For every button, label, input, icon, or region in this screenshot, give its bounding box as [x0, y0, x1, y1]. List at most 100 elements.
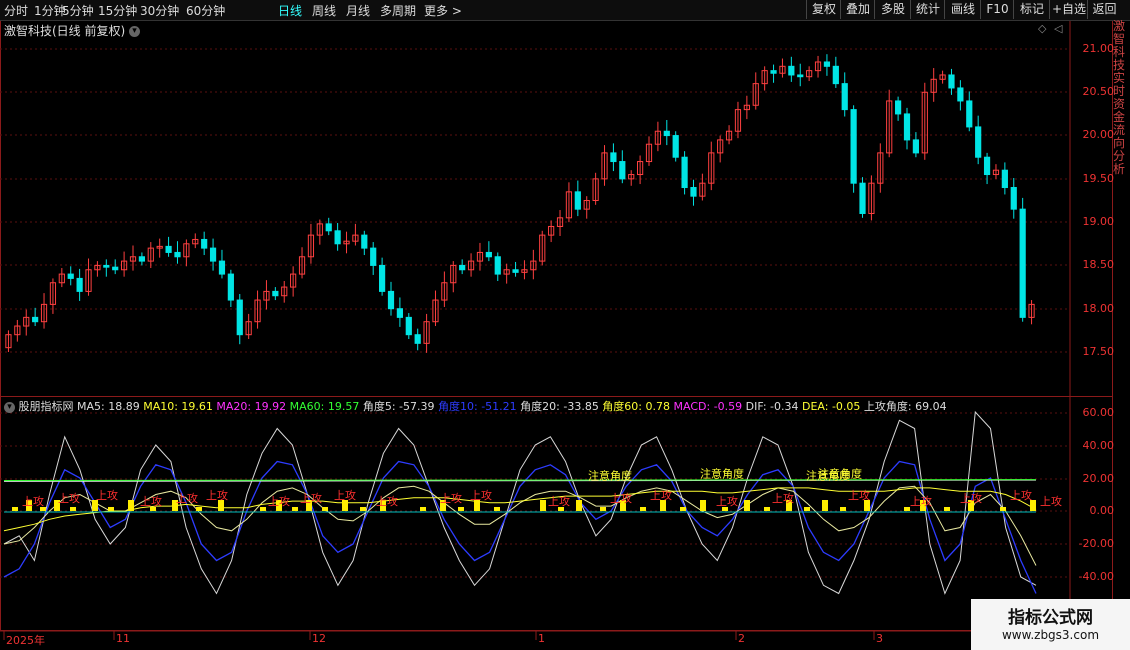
- chevron-down-icon[interactable]: ▾: [4, 401, 15, 413]
- tab-period-0[interactable]: 分时: [4, 2, 28, 19]
- candle-body: [663, 130, 670, 137]
- candle-body: [396, 308, 403, 318]
- indicator-value-5: 角度10: -51.21: [434, 400, 517, 413]
- indicator-value-1: MA10: 19.61: [139, 400, 213, 413]
- tab-period-3[interactable]: 15分钟: [98, 2, 137, 19]
- tab-period-7[interactable]: 周线: [312, 2, 336, 19]
- candle-body: [387, 290, 395, 310]
- candle-body: [272, 290, 279, 297]
- indicator-tick: -40.00: [1078, 570, 1114, 583]
- candle-body: [209, 247, 217, 262]
- chart-canvas: 上攻 上攻 上攻 上攻 上攻 上攻 上攻 上攻 上攻 上攻 上攻 上攻 上攻 上攻 上攻 上攻 上攻 上攻 上攻 上攻…: [0, 20, 1113, 640]
- candle-body: [485, 251, 492, 258]
- attack-bar: [322, 507, 328, 511]
- toolbar-button-5[interactable]: F10: [980, 0, 1014, 19]
- attack-label: 上攻: [440, 491, 462, 505]
- tab-period-4[interactable]: 30分钟: [140, 2, 179, 19]
- indicator-values: MA5: 18.89 MA10: 19.61 MA20: 19.92 MA60:…: [77, 400, 947, 413]
- toolbar-button-8[interactable]: 返回: [1087, 0, 1121, 19]
- candle-body: [138, 256, 145, 262]
- indicator-tick: 40.00: [1082, 439, 1115, 452]
- toolbar-button-0[interactable]: 复权: [806, 0, 841, 19]
- price-tick: 21.00: [1082, 42, 1115, 55]
- indicator-value-7: 角度60: 0.78: [598, 400, 671, 413]
- diamond-icon[interactable]: ◇: [1038, 22, 1046, 35]
- attack-bar: [494, 507, 500, 511]
- indicator-value-4: 角度5: -57.39: [359, 400, 435, 413]
- watermark: 指标公式网 www.zbgs3.com: [971, 599, 1130, 650]
- attack-label: 上攻: [1010, 488, 1032, 502]
- candle-body: [334, 230, 341, 245]
- toolbar-button-3[interactable]: 统计: [910, 0, 945, 19]
- attack-bar: [12, 507, 18, 511]
- candle-body: [1019, 208, 1026, 318]
- candle-body: [850, 109, 857, 184]
- candle-body: [823, 61, 831, 67]
- candle-body: [966, 100, 973, 128]
- candle-body: [1010, 187, 1017, 210]
- attack-label: 上攻: [610, 491, 632, 505]
- candle-body: [405, 316, 412, 336]
- candle-body: [983, 156, 991, 176]
- candle-body: [379, 264, 386, 292]
- toolbar-button-7[interactable]: +自选: [1049, 0, 1088, 19]
- tab-period-9[interactable]: 多周期: [380, 2, 416, 19]
- attack-bar: [744, 500, 750, 511]
- attack-bar: [640, 507, 646, 511]
- tab-period-8[interactable]: 月线: [346, 2, 370, 19]
- tab-period-10[interactable]: 更多 >: [424, 2, 462, 19]
- indicator-value-10: DEA: -0.05: [798, 400, 861, 413]
- price-tick: 20.50: [1082, 85, 1115, 98]
- candle-body: [903, 113, 911, 141]
- toolbar-button-6[interactable]: 标记: [1013, 0, 1050, 19]
- attack-bar: [260, 507, 266, 511]
- attack-bar: [458, 507, 464, 511]
- candle-body: [957, 87, 964, 102]
- candle-body: [619, 161, 626, 180]
- indicator-value-8: MACD: -0.59: [670, 400, 743, 413]
- warning-label: 注意角度: [700, 466, 744, 480]
- price-tick: 19.00: [1082, 215, 1115, 228]
- candle-body: [975, 126, 982, 158]
- chevron-left-icon[interactable]: ◁: [1054, 22, 1062, 35]
- indicator-tick: -20.00: [1078, 537, 1114, 550]
- indicator-tick: 0.00: [1089, 504, 1115, 517]
- main-panel-border: [0, 20, 1113, 397]
- attack-label: 上攻: [58, 491, 80, 505]
- candle-body: [165, 245, 172, 253]
- tab-period-6[interactable]: 日线: [278, 2, 302, 19]
- toolbar-button-4[interactable]: 画线: [944, 0, 981, 19]
- attack-label: 上攻: [848, 488, 870, 502]
- indicator-header: ▾ 股朋指标网 MA5: 18.89 MA10: 19.61 MA20: 19.…: [4, 398, 947, 414]
- date-tick: 1: [538, 632, 545, 645]
- right-side-panel[interactable]: 激智科技实时资金流向分析: [1113, 20, 1130, 396]
- attack-bar: [540, 500, 546, 511]
- toolbar-button-1[interactable]: 叠加: [840, 0, 875, 19]
- attack-label: 上攻: [960, 491, 982, 505]
- attack-label: 上攻: [650, 488, 672, 502]
- attack-bar: [108, 507, 114, 511]
- chevron-down-icon[interactable]: ▾: [129, 26, 141, 37]
- tab-period-1[interactable]: 1分钟: [34, 2, 66, 19]
- attack-bar: [600, 507, 606, 511]
- period-toolbar: 分时 1分钟 5分钟 15分钟 30分钟 60分钟 日线 周线 月线 多周期 更多 > 复权 叠加 多股统…: [0, 0, 1130, 21]
- main-chart-title[interactable]: 激智科技(日线 前复权) ▾: [4, 22, 141, 39]
- tab-period-5[interactable]: 60分钟: [186, 2, 225, 19]
- toolbar-button-2[interactable]: 多股: [874, 0, 911, 19]
- indicator-value-11: 上攻角度: 69.04: [860, 400, 947, 413]
- candle-body: [1001, 169, 1008, 189]
- candle-body: [895, 100, 902, 115]
- candle-body: [67, 273, 74, 279]
- indicator-panel-border: [0, 396, 1113, 631]
- price-tick: 19.50: [1082, 172, 1115, 185]
- tab-period-2[interactable]: 5分钟: [62, 2, 94, 19]
- candle-body: [912, 139, 919, 154]
- warning-label: 注意角度: [818, 466, 862, 480]
- indicator-value-2: MA20: 19.92: [212, 400, 287, 413]
- candle-body: [797, 74, 804, 78]
- attack-label: 上攻: [300, 491, 322, 505]
- date-tick: 3: [876, 632, 883, 645]
- candle-body: [770, 70, 777, 74]
- warning-label: 注意角度: [588, 468, 632, 482]
- indicator-value-9: DIF: -0.34: [742, 400, 799, 413]
